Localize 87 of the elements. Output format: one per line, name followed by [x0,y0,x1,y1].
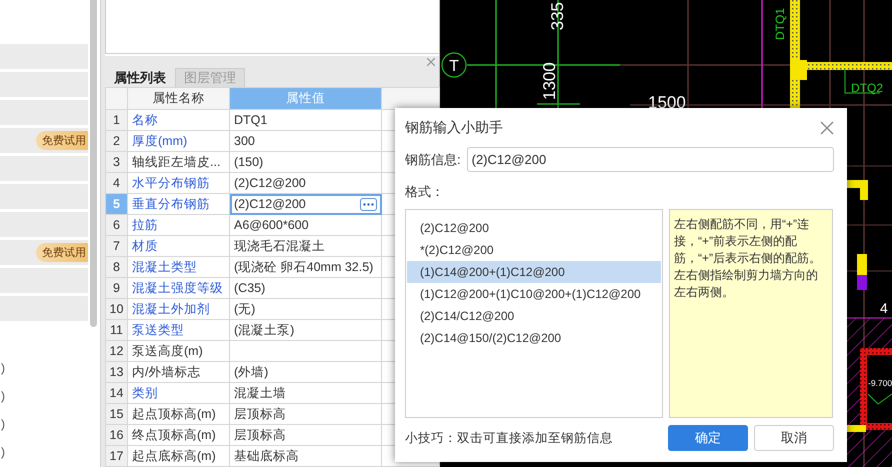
row-number: 16 [106,424,128,446]
row-number: 5 [106,194,128,214]
property-value: (C35) [230,278,382,298]
row-number: 6 [106,214,128,236]
row-number: 8 [106,256,128,278]
dimension-label: 4 [880,300,888,316]
row-number: 14 [106,382,128,404]
property-name: 混凝土外加剂 [128,298,230,320]
row-number: 7 [106,236,128,256]
property-value: (混凝土泵) [230,320,382,340]
property-name: 厚度(mm) [128,130,230,152]
list-text: ) [1,445,5,461]
format-item[interactable]: (2)C14/C12@200 [407,305,661,327]
list-row[interactable]: 免费试用 [0,240,88,265]
row-number: 1 [106,110,128,130]
property-value: (无) [230,298,382,320]
property-name: 泵送高度(m) [128,340,230,362]
list-text: ) [1,361,5,377]
property-name: 类别 [128,382,230,404]
property-name: 起点底标高(m) [128,446,230,466]
property-value-field[interactable]: (2)C12@200 [230,194,382,214]
property-value: (外墙) [230,362,382,382]
row-number: 15 [106,404,128,424]
rebar-info-field[interactable]: (2)C12@200 [466,147,834,172]
property-value: (2)C12@200 [230,172,382,194]
property-value: 基础底标高 [230,446,382,466]
dimension-label: -9.700 [868,378,892,388]
property-value: A6@600*600 [230,214,382,236]
axis-bubble [441,52,467,78]
format-item[interactable]: (2)C12@200 [407,217,661,239]
property-name: 水平分布钢筋 [128,172,230,194]
row-number: 9 [106,278,128,298]
format-item[interactable]: (1)C14@200+(1)C12@200 [407,261,661,283]
ok-button[interactable]: 确定 [668,425,748,451]
property-name: 混凝土类型 [128,256,230,278]
close-icon[interactable] [820,121,834,135]
dimension-label: 1300 [540,62,559,100]
property-name: 终点顶标高(m) [128,424,230,446]
row-number: 4 [106,172,128,194]
property-name: 材质 [128,236,230,256]
property-value: 层顶标高 [230,424,382,446]
row-number: 2 [106,130,128,152]
property-name: 名称 [128,110,230,130]
list-text: ) [1,417,5,433]
row-number: 13 [106,362,128,382]
property-name: 拉筋 [128,214,230,236]
dimension-label: T [449,58,459,75]
cancel-button[interactable]: 取消 [754,425,834,451]
property-name: 起点顶标高(m) [128,404,230,424]
property-value: DTQ1 [230,110,382,130]
column-header: 属性值 [230,88,382,110]
row-number: 3 [106,152,128,172]
property-name: 内/外墙标志 [128,362,230,382]
close-icon[interactable] [427,58,435,66]
dialog-title: 钢筋输入小助手 [405,119,503,137]
property-value: 层顶标高 [230,404,382,424]
trial-badge: 免费试用 [36,243,88,262]
dimension-label: DTQ1 [773,8,787,40]
property-name: 混凝土强度等级 [128,278,230,298]
property-value: 混凝土墙 [230,382,382,404]
help-text: 左右侧配筋不同，用“+”连接，“+”前表示左侧的配筋，“+”后表示右侧的配筋。左右侧指绘制剪力墙方向的左右两侧。 [669,209,833,418]
property-value: (150) [230,152,382,172]
list-row[interactable]: 免费试用 [0,128,88,153]
format-item[interactable]: *(2)C12@200 [407,239,661,261]
row-number: 17 [106,446,128,466]
property-value: 300 [230,130,382,152]
trial-badge: 免费试用 [36,131,88,150]
property-value: 现浇毛石混凝土 [230,236,382,256]
more-icon[interactable] [360,198,377,210]
format-item[interactable]: (1)C12@200+(1)C10@200+(1)C12@200 [407,283,661,305]
scrollbar[interactable] [90,0,97,327]
format-item[interactable]: (2)C14@150/(2)C12@200 [407,327,661,349]
dimension-label: 1500 [648,93,686,112]
section-label: 格式： [405,183,445,201]
property-value: (现浇砼 卵石40mm 32.5) [230,256,382,278]
property-name: 轴线距左墙皮... [128,152,230,172]
dimension-label: 335 [548,2,567,30]
row-number: 11 [106,320,128,340]
list-text: ) [1,389,5,405]
row-number: 12 [106,340,128,362]
tip-text: 小技巧：双击可直接添加至钢筋信息 [405,430,614,446]
property-name: 泵送类型 [128,320,230,340]
column-header: 属性名称 [128,88,230,110]
property-name: 垂直分布钢筋 [128,194,230,214]
row-number: 10 [106,298,128,320]
dimension-label: DTQ2 [851,81,884,95]
field-label: 钢筋信息: [405,150,461,168]
